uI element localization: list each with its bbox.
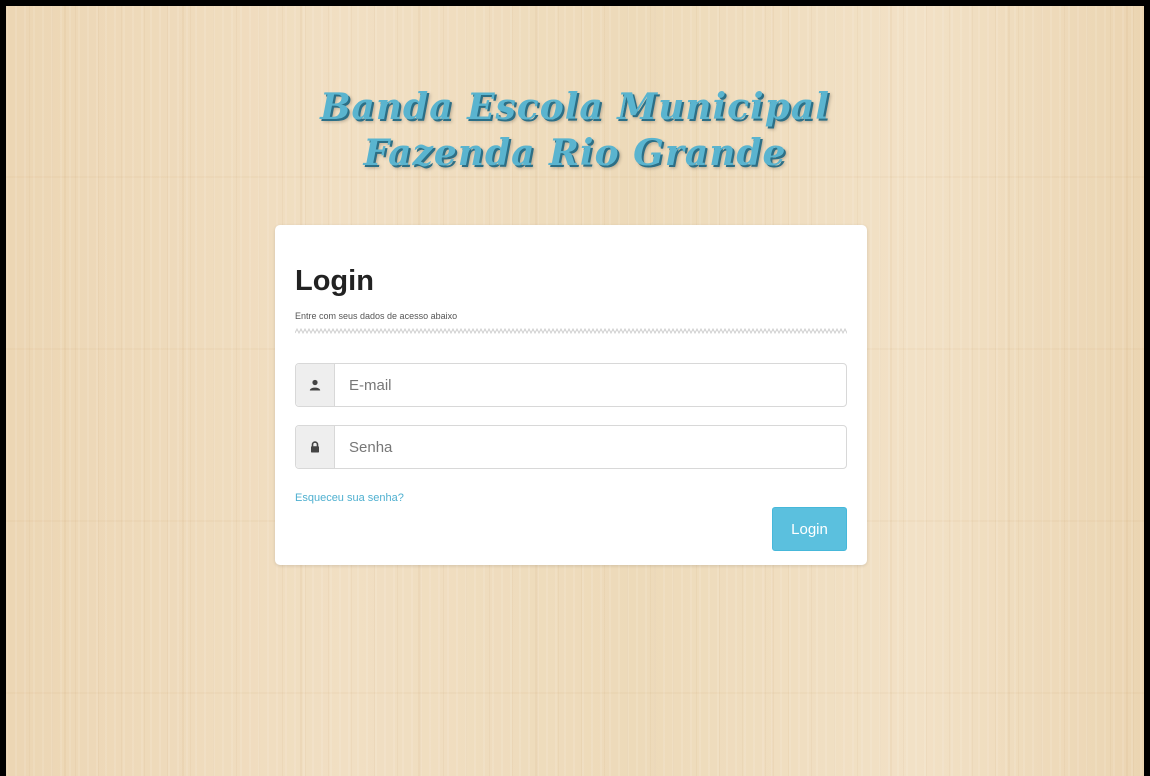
title-line-2: Fazenda Rio Grande xyxy=(363,132,787,174)
login-button[interactable]: Login xyxy=(772,507,847,551)
page-title: Banda Escola Municipal Fazenda Rio Grand… xyxy=(6,84,1144,176)
email-field-group xyxy=(295,363,847,407)
title-line-1: Banda Escola Municipal xyxy=(320,86,830,128)
login-heading: Login xyxy=(295,265,374,297)
user-icon xyxy=(296,364,335,406)
password-input[interactable] xyxy=(335,426,835,468)
forgot-password-link[interactable]: Esqueceu sua senha? xyxy=(295,492,404,504)
lock-icon xyxy=(296,426,335,468)
login-card: Login Entre com seus dados de acesso aba… xyxy=(275,225,867,565)
password-field-group xyxy=(295,425,847,469)
page-background: Banda Escola Municipal Fazenda Rio Grand… xyxy=(0,0,1150,776)
email-input[interactable] xyxy=(335,364,835,406)
login-subtitle: Entre com seus dados de acesso abaixo xyxy=(295,311,458,321)
wave-divider xyxy=(295,327,847,335)
